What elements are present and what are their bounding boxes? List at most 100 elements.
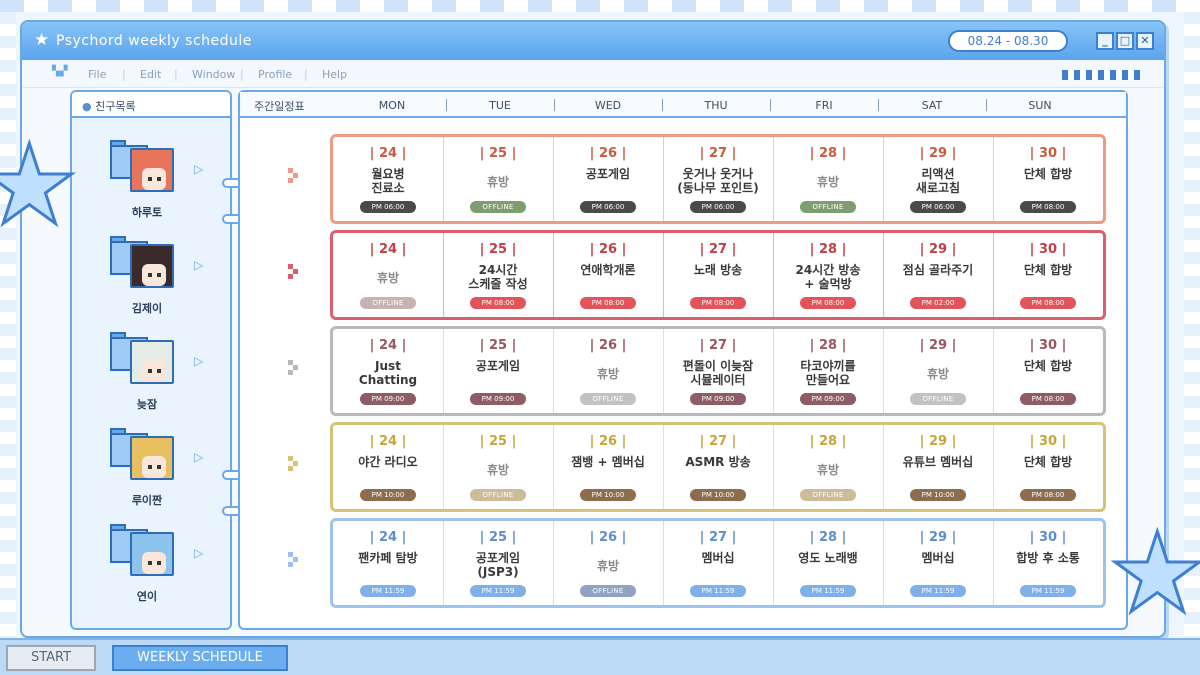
activity-label: 24시간 스케줄 작성 xyxy=(468,263,528,291)
schedule-cell[interactable]: | 29 | 휴방 OFFLINE xyxy=(884,329,992,413)
schedule-cell[interactable]: | 29 | 멤버십 PM 11:59 xyxy=(884,521,992,605)
activity-label: 휴방 xyxy=(376,271,400,285)
friend-item[interactable]: ▷ 연이 xyxy=(72,516,230,612)
date-label: | 30 | xyxy=(1029,242,1067,257)
friend-item[interactable]: ▷ 루이짠 xyxy=(72,420,230,516)
play-arrow-icon[interactable]: ▷ xyxy=(194,162,203,176)
time-badge: OFFLINE xyxy=(580,393,636,405)
schedule-cell[interactable]: | 28 | 영도 노래뱅 PM 11:59 xyxy=(774,521,882,605)
schedule-cell[interactable]: | 27 | 멤버십 PM 11:59 xyxy=(664,521,772,605)
activity-label: 단체 합방 xyxy=(1023,359,1073,373)
schedule-cell[interactable]: | 28 | 타코야끼를 만들어요 PM 09:00 xyxy=(774,329,882,413)
play-arrow-icon[interactable]: ▷ xyxy=(194,258,203,272)
schedule-cell[interactable]: | 29 | 점심 골라주기 PM 02:00 xyxy=(884,233,992,317)
schedule-cell[interactable]: | 25 | 공포게임 (JSP3) PM 11:59 xyxy=(444,521,552,605)
schedule-cell[interactable]: | 27 | 편돌이 이늦잠 시뮬레이터 PM 09:00 xyxy=(664,329,772,413)
app-menu-icon[interactable]: ▚▞ xyxy=(52,66,67,77)
activity-label: 영도 노래뱅 xyxy=(798,551,858,565)
time-badge: OFFLINE xyxy=(360,297,416,309)
schedule-cell[interactable]: | 30 | 단체 합방 PM 08:00 xyxy=(994,425,1102,509)
start-button[interactable]: START xyxy=(6,645,96,671)
schedule-cell[interactable]: | 29 | 유튜브 멤버십 PM 10:00 xyxy=(884,425,992,509)
day-separator xyxy=(770,99,771,111)
schedule-row: | 24 | 휴방 OFFLINE | 25 | 24시간 스케줄 작성 PM 08:00… xyxy=(330,230,1106,320)
maximize-button[interactable]: □ xyxy=(1116,32,1134,50)
close-button[interactable]: ✕ xyxy=(1136,32,1154,50)
schedule-cell[interactable]: | 24 | 팬카페 탐방 PM 11:59 xyxy=(334,521,442,605)
activity-label: 단체 합방 xyxy=(1023,455,1073,469)
schedule-cell[interactable]: | 30 | 단체 합방 PM 08:00 xyxy=(994,233,1102,317)
star-icon: ★ xyxy=(34,30,50,50)
activity-label: ASMR 방송 xyxy=(685,455,751,469)
friend-item[interactable]: ▷ 하루토 xyxy=(72,132,230,228)
activity-label: 멤버십 xyxy=(921,551,955,565)
day-separator xyxy=(554,99,555,111)
menu-edit[interactable]: Edit xyxy=(140,68,161,81)
activity-label: 휴방 xyxy=(816,175,840,189)
schedule-cell[interactable]: | 24 | 월요병 진료소 PM 06:00 xyxy=(334,137,442,221)
schedule-cell[interactable]: | 26 | 휴방 OFFLINE xyxy=(554,521,662,605)
date-label: | 29 | xyxy=(919,530,957,545)
activity-label: 합방 후 소통 xyxy=(1016,551,1080,565)
date-label: | 25 | xyxy=(479,146,517,161)
minimize-button[interactable]: _ xyxy=(1096,32,1114,50)
time-badge: OFFLINE xyxy=(910,393,966,405)
schedule-cell[interactable]: | 24 | Just Chatting PM 09:00 xyxy=(334,329,442,413)
title-bar[interactable]: ★ Psychord weekly schedule 08.24 - 08.30… xyxy=(22,22,1164,60)
schedule-cell[interactable]: | 24 | 야간 라디오 PM 10:00 xyxy=(334,425,442,509)
schedule-cell[interactable]: | 27 | 노래 방송 PM 08:00 xyxy=(664,233,772,317)
day-header: TUE xyxy=(489,99,511,112)
day-header: THU xyxy=(704,99,728,112)
activity-label: 야간 라디오 xyxy=(358,455,418,469)
schedule-cell[interactable]: | 28 | 휴방 OFFLINE xyxy=(774,425,882,509)
day-separator xyxy=(446,99,447,111)
friend-item[interactable]: ▷ 늦잠 xyxy=(72,324,230,420)
date-label: | 25 | xyxy=(479,242,517,257)
schedule-cell[interactable]: | 30 | 단체 합방 PM 08:00 xyxy=(994,137,1102,221)
time-badge: OFFLINE xyxy=(800,201,856,213)
top-decor-stripe xyxy=(0,0,1200,12)
schedule-cell[interactable]: | 26 | 공포게임 PM 06:00 xyxy=(554,137,662,221)
schedule-cell[interactable]: | 25 | 24시간 스케줄 작성 PM 08:00 xyxy=(444,233,552,317)
schedule-cell[interactable]: | 30 | 단체 합방 PM 08:00 xyxy=(994,329,1102,413)
friend-item[interactable]: ▷ 김제이 xyxy=(72,228,230,324)
schedule-cell[interactable]: | 30 | 합방 후 소통 PM 11:59 xyxy=(994,521,1102,605)
day-header: SAT xyxy=(921,99,943,112)
menu-separator: | xyxy=(240,68,244,81)
schedule-cell[interactable]: | 26 | 휴방 OFFLINE xyxy=(554,329,662,413)
play-arrow-icon[interactable]: ▷ xyxy=(194,450,203,464)
schedule-cell[interactable]: | 24 | 휴방 OFFLINE xyxy=(334,233,442,317)
schedule-cell[interactable]: | 29 | 리액션 새로고침 PM 06:00 xyxy=(884,137,992,221)
schedule-cell[interactable]: | 25 | 공포게임 PM 09:00 xyxy=(444,329,552,413)
schedule-cell[interactable]: | 26 | 연애학개론 PM 08:00 xyxy=(554,233,662,317)
menu-help[interactable]: Help xyxy=(322,68,347,81)
activity-label: 리액션 새로고침 xyxy=(915,167,961,195)
schedule-cell[interactable]: | 28 | 24시간 방송 + 술먹방 PM 08:00 xyxy=(774,233,882,317)
schedule-cell[interactable]: | 27 | ASMR 방송 PM 10:00 xyxy=(664,425,772,509)
schedule-cell[interactable]: | 26 | 잼뱅 + 멤버십 PM 10:00 xyxy=(554,425,662,509)
menu-file[interactable]: File xyxy=(88,68,106,81)
time-badge: PM 09:00 xyxy=(360,393,416,405)
menu-profile[interactable]: Profile xyxy=(258,68,292,81)
activity-label: 잼뱅 + 멤버십 xyxy=(571,455,645,469)
time-badge: PM 08:00 xyxy=(1020,393,1076,405)
friends-sidebar: ● 친구목록 ▷ 하루토 ▷ 김제이 ▷ 늦잠 ▷ 루이짠 ▷ 연이 xyxy=(70,90,232,630)
schedule-panel: 주간일정표 MON TUE WED THU FRI SAT SUN | 24 | 월요병 진료… xyxy=(238,90,1128,630)
activity-label: 점심 골라주기 xyxy=(902,263,974,277)
play-arrow-icon[interactable]: ▷ xyxy=(194,546,203,560)
time-badge: PM 11:59 xyxy=(1020,585,1076,597)
weekly-schedule-task-button[interactable]: WEEKLY SCHEDULE xyxy=(112,645,288,671)
left-decor-stripe xyxy=(0,12,16,638)
menu-window[interactable]: Window xyxy=(192,68,235,81)
time-badge: PM 06:00 xyxy=(910,201,966,213)
schedule-cell[interactable]: | 25 | 휴방 OFFLINE xyxy=(444,425,552,509)
activity-label: 휴방 xyxy=(816,463,840,477)
time-badge: PM 11:59 xyxy=(360,585,416,597)
schedule-cell[interactable]: | 27 | 웃거나 웃거나 (동나무 포인트) PM 06:00 xyxy=(664,137,772,221)
date-label: | 25 | xyxy=(479,338,517,353)
play-arrow-icon[interactable]: ▷ xyxy=(194,354,203,368)
schedule-cell[interactable]: | 25 | 휴방 OFFLINE xyxy=(444,137,552,221)
schedule-cell[interactable]: | 28 | 휴방 OFFLINE xyxy=(774,137,882,221)
date-range-badge: 08.24 - 08.30 xyxy=(948,30,1068,52)
time-badge: PM 11:59 xyxy=(470,585,526,597)
